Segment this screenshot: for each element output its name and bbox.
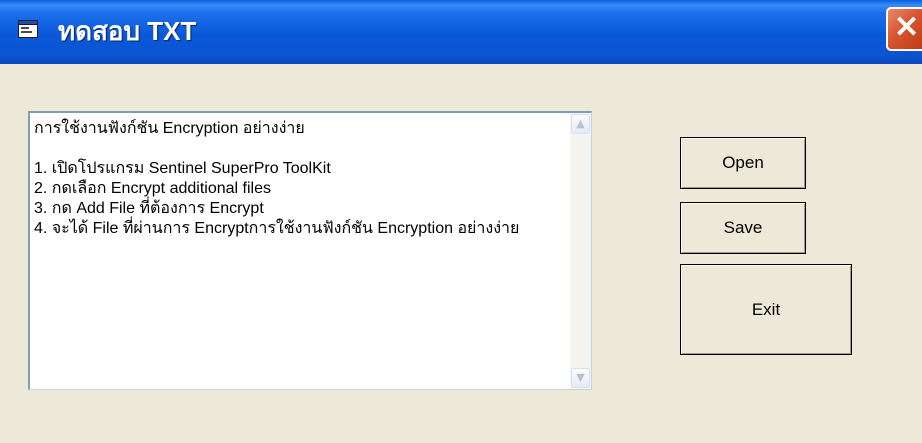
title-bar[interactable]: ทดสอบ TXT ✕ (0, 0, 922, 64)
scroll-down-arrow-icon[interactable]: ▼ (571, 368, 590, 388)
app-window: ทดสอบ TXT ✕ การใช้งานฟังก์ชัน Encryption… (0, 0, 922, 443)
text-area[interactable]: การใช้งานฟังก์ชัน Encryption อย่างง่าย 1… (28, 111, 592, 390)
open-button[interactable]: Open (680, 137, 806, 189)
exit-button[interactable]: Exit (680, 264, 852, 355)
text-area-content[interactable]: การใช้งานฟังก์ชัน Encryption อย่างง่าย 1… (34, 119, 574, 239)
form-icon (18, 20, 38, 38)
close-button[interactable]: ✕ (886, 7, 922, 51)
close-icon: ✕ (894, 11, 920, 44)
scroll-up-arrow-icon[interactable]: ▲ (571, 114, 590, 134)
save-button[interactable]: Save (680, 202, 806, 254)
vertical-scrollbar[interactable]: ▲ ▼ (570, 113, 591, 389)
window-title: ทดสอบ TXT (58, 16, 197, 46)
